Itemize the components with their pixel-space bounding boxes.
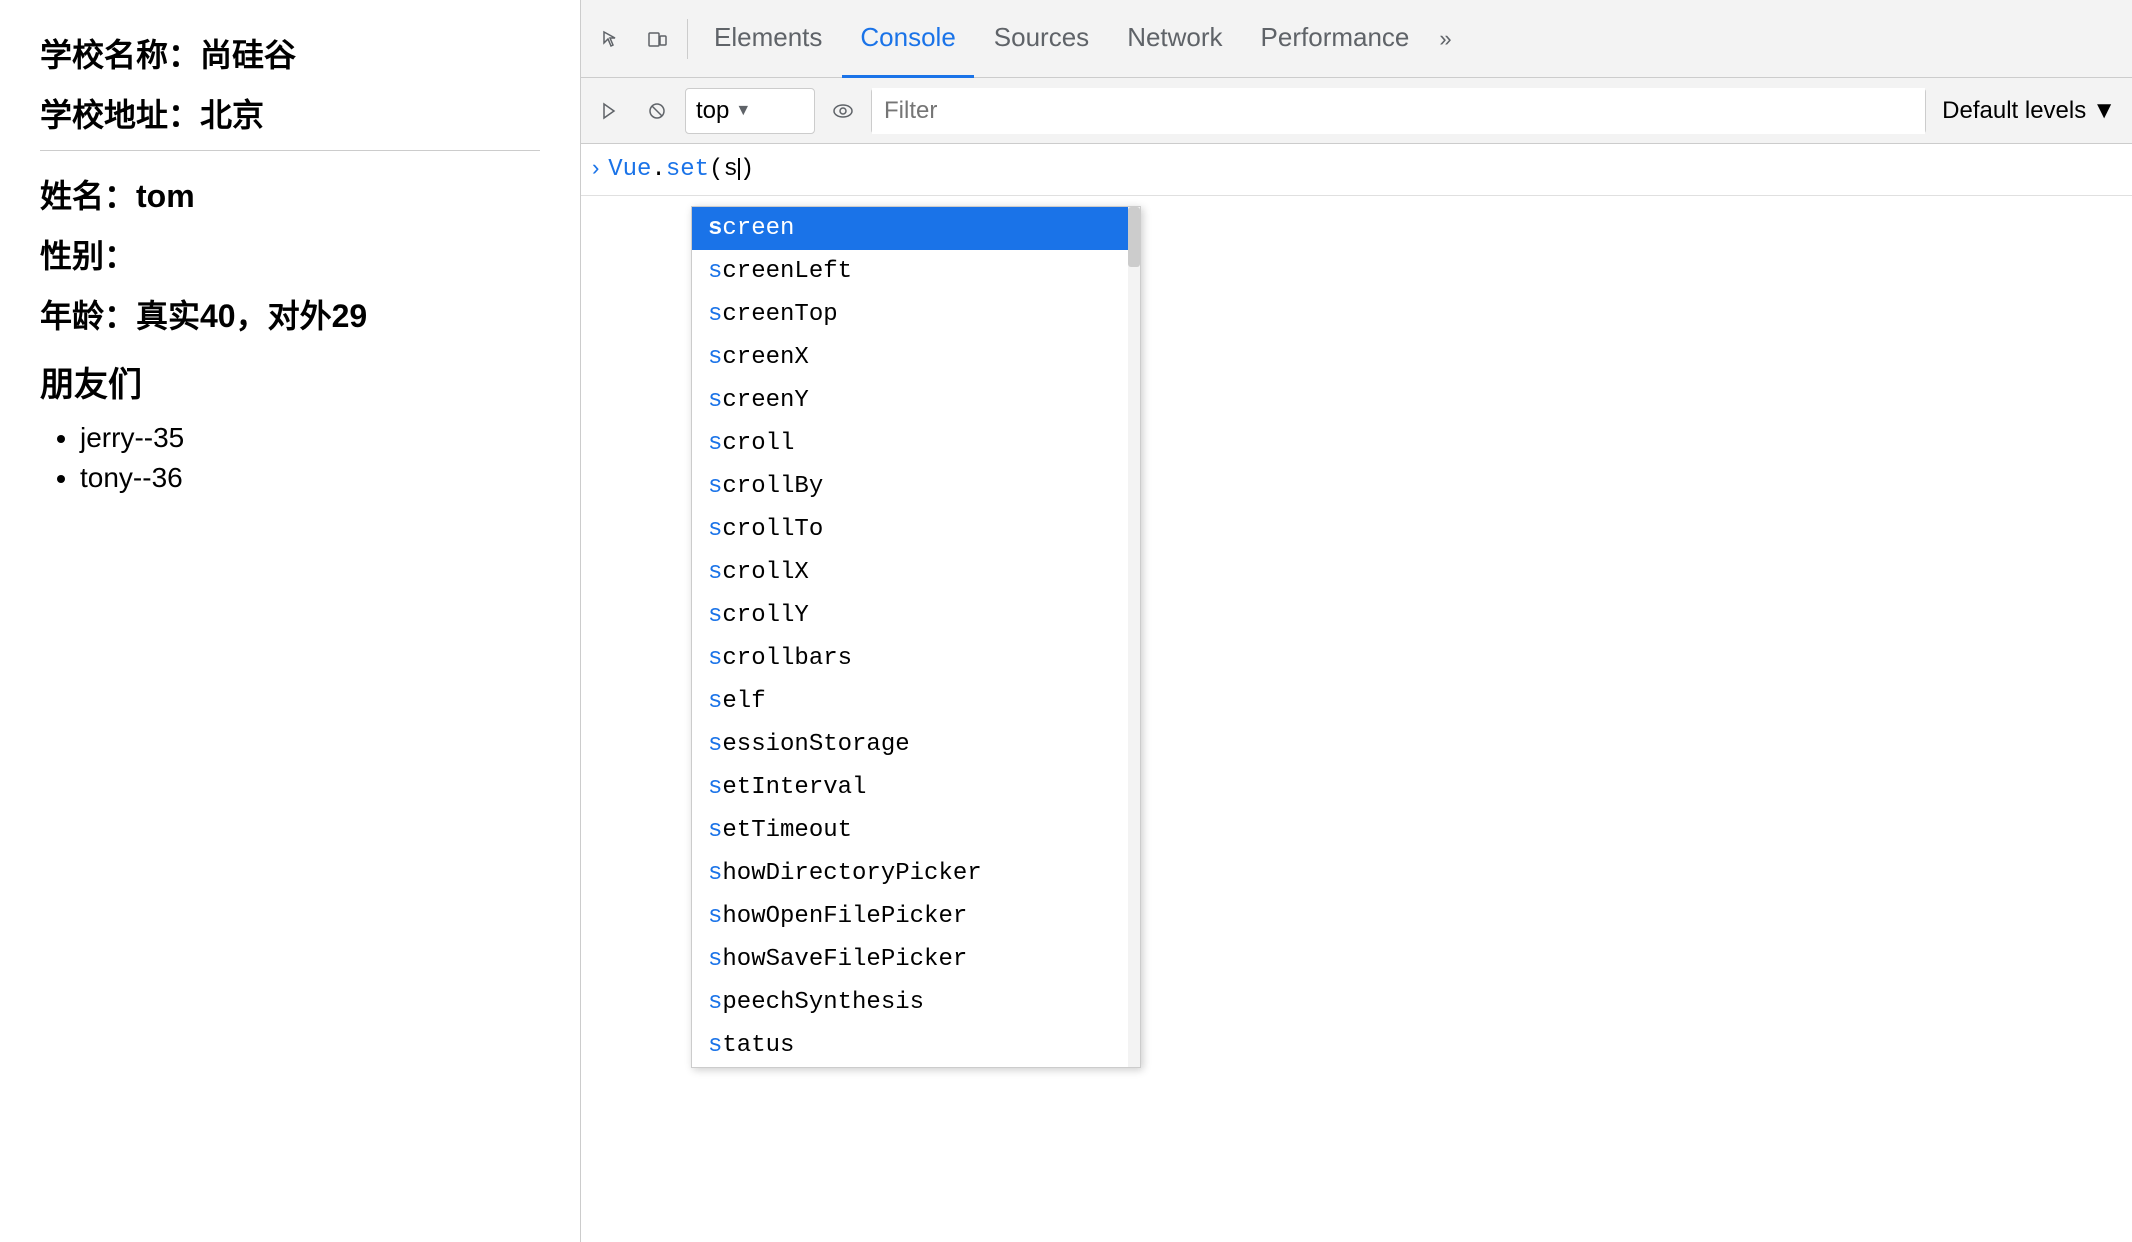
friends-title: 朋友们 [40, 357, 540, 406]
code-dot: . [651, 156, 665, 183]
eye-button[interactable] [823, 91, 863, 131]
autocomplete-item[interactable]: screenLeft [692, 250, 1140, 293]
autocomplete-items-container: screenscreenLeftscreenTopscreenXscreenYs… [692, 207, 1140, 1067]
autocomplete-item[interactable]: scrollBy [692, 465, 1140, 508]
tab-elements[interactable]: Elements [696, 0, 840, 78]
context-selector[interactable]: top ▼ [685, 88, 815, 134]
autocomplete-item[interactable]: showDirectoryPicker [692, 852, 1140, 895]
person-age: 年龄：真实40，对外29 [40, 291, 540, 337]
autocomplete-item[interactable]: showSaveFilePicker [692, 938, 1140, 981]
person-gender: 性别： [40, 231, 540, 277]
filter-wrapper [871, 88, 1926, 134]
toolbar-separator [687, 19, 688, 59]
autocomplete-item[interactable]: scrollY [692, 594, 1140, 637]
code-set: set [666, 156, 709, 183]
console-bar: top ▼ Default levels ▼ [581, 78, 2132, 144]
devtools-toolbar: Elements Console Sources Network Perform… [581, 0, 2132, 78]
autocomplete-scrollbar-thumb [1128, 207, 1140, 267]
console-code[interactable]: Vue.set(s) [608, 156, 754, 183]
autocomplete-item[interactable]: screenX [692, 336, 1140, 379]
autocomplete-item[interactable]: setTimeout [692, 809, 1140, 852]
default-levels-button[interactable]: Default levels ▼ [1934, 97, 2124, 125]
divider [40, 150, 540, 151]
friends-list: jerry--35 tony--36 [40, 422, 540, 494]
console-input-line: › Vue.set(s) [581, 144, 2132, 196]
run-button[interactable] [589, 91, 629, 131]
school-address: 学校地址：北京 [40, 90, 540, 136]
autocomplete-scrollbar[interactable] [1128, 207, 1140, 1067]
tab-network[interactable]: Network [1109, 0, 1240, 78]
code-vue: Vue [608, 156, 651, 183]
person-name: 姓名：tom [40, 171, 540, 217]
tab-console[interactable]: Console [842, 0, 973, 78]
more-tabs-button[interactable]: » [1429, 0, 1461, 78]
autocomplete-item[interactable]: scroll [692, 422, 1140, 465]
autocomplete-item[interactable]: screenTop [692, 293, 1140, 336]
autocomplete-dropdown: screenscreenLeftscreenTopscreenXscreenYs… [691, 206, 1141, 1068]
autocomplete-item[interactable]: scrollX [692, 551, 1140, 594]
devtools-panel: Elements Console Sources Network Perform… [580, 0, 2132, 1242]
console-prompt: › [589, 157, 602, 182]
webpage-content: 学校名称：尚硅谷 学校地址：北京 姓名：tom 性别： 年龄：真实40，对外29… [0, 0, 580, 1242]
list-item: jerry--35 [80, 422, 540, 454]
tab-sources[interactable]: Sources [976, 0, 1107, 78]
console-content: › Vue.set(s) screenscreenLeftscreenTopsc… [581, 144, 2132, 1242]
autocomplete-item[interactable]: screenY [692, 379, 1140, 422]
autocomplete-item[interactable]: status [692, 1024, 1140, 1067]
chevron-down-icon: ▼ [735, 102, 751, 120]
filter-input[interactable] [872, 88, 1925, 134]
inspect-element-button[interactable] [589, 17, 633, 61]
autocomplete-item[interactable]: sessionStorage [692, 723, 1140, 766]
autocomplete-item[interactable]: screen [692, 207, 1140, 250]
list-item: tony--36 [80, 462, 540, 494]
chevron-down-icon: ▼ [2092, 97, 2116, 125]
code-close-paren: ) [740, 156, 754, 183]
autocomplete-item[interactable]: scrollbars [692, 637, 1140, 680]
autocomplete-item[interactable]: self [692, 680, 1140, 723]
block-button[interactable] [637, 91, 677, 131]
device-toggle-button[interactable] [635, 17, 679, 61]
autocomplete-item[interactable]: showOpenFilePicker [692, 895, 1140, 938]
autocomplete-item[interactable]: speechSynthesis [692, 981, 1140, 1024]
tab-performance[interactable]: Performance [1243, 0, 1428, 78]
context-selector-value: top [696, 97, 729, 125]
autocomplete-item[interactable]: scrollTo [692, 508, 1140, 551]
school-name: 学校名称：尚硅谷 [40, 30, 540, 76]
autocomplete-item[interactable]: setInterval [692, 766, 1140, 809]
code-paren: (s [709, 156, 738, 183]
